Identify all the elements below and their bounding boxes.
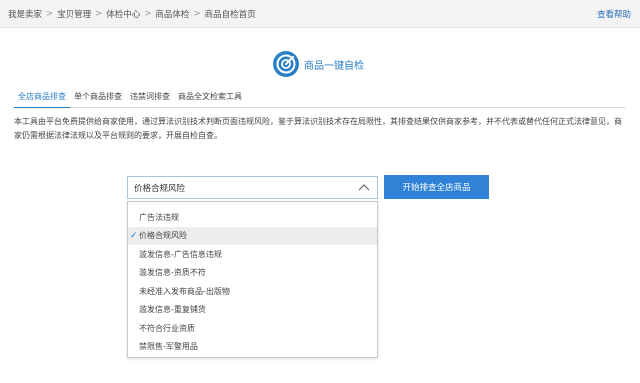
option-label: 价格合规风险 [139,231,187,241]
breadcrumb-item-seller[interactable]: 我是卖家 [8,8,42,20]
option-duplicate-listing[interactable]: 滥发信息-重复铺货 [128,301,377,320]
chevron-up-icon [358,184,370,191]
option-price-compliance[interactable]: ✓ 价格合规风险 [128,226,377,245]
breadcrumb-separator: > [144,9,152,19]
option-label: 禁限售-军警用品 [139,342,198,352]
top-bar: 我是卖家 > 宝贝管理 > 体检中心 > 商品体检 > 商品自检首页 查看帮助 [0,0,640,28]
check-icon: ✓ [130,230,138,241]
breadcrumb-item-item-checkup[interactable]: 商品体检 [155,8,189,20]
breadcrumb-item-checkup-center[interactable]: 体检中心 [106,8,140,20]
breadcrumb: 我是卖家 > 宝贝管理 > 体检中心 > 商品体检 > 商品自检首页 [8,8,256,20]
target-check-icon [273,51,299,77]
breadcrumb-separator: > [193,9,201,19]
tool-description: 本工具由平台免费提供给商家使用，通过算法识别技术判断页面违规风险，鉴于算法识别技… [14,117,622,140]
option-label: 滥发信息-重复铺货 [139,305,206,315]
tab-whole-store[interactable]: 全店商品排查 [14,90,70,108]
option-label: 未经准入发布商品-出版物 [139,286,230,296]
breadcrumb-item-current: 商品自检首页 [204,10,256,20]
risk-type-dropdown: 广告法违规 ✓ 价格合规风险 滥发信息-广告信息违规 滥发信息-资质不符 未经准入… [127,201,378,358]
breadcrumb-item-item-management[interactable]: 宝贝管理 [57,8,91,20]
tab-fulltext-search[interactable]: 商品全文检索工具 [174,90,246,108]
breadcrumb-separator: > [46,9,54,19]
option-unauthorized-publication[interactable]: 未经准入发布商品-出版物 [128,282,377,301]
help-link[interactable]: 查看帮助 [597,8,631,20]
option-spam-ad-info[interactable]: 滥发信息-广告信息违规 [128,245,377,264]
select-value: 价格合规风险 [134,183,186,194]
tab-single-item[interactable]: 单个商品排查 [70,90,126,108]
page-header: 商品一键自检 [272,50,364,78]
tab-bar: 全店商品排查 单个商品排查 违禁词排查 商品全文检索工具 [14,90,626,108]
risk-type-select[interactable]: 价格合规风险 [127,176,378,199]
option-military-police[interactable]: 禁限售-军警用品 [128,338,377,357]
option-industry-qualification[interactable]: 不符合行业资质 [128,319,377,338]
option-label: 滥发信息-广告信息违规 [139,249,222,259]
page-title: 商品一键自检 [304,60,364,72]
option-label: 不符合行业资质 [139,323,195,333]
tab-banned-words[interactable]: 违禁词排查 [126,90,174,108]
breadcrumb-separator: > [95,9,103,19]
option-label: 广告法违规 [139,212,179,222]
option-ad-law[interactable]: 广告法违规 [128,208,377,227]
option-label: 滥发信息-资质不符 [139,268,206,278]
start-check-button[interactable]: 开始排查全店商品 [384,175,489,199]
option-spam-qualification[interactable]: 滥发信息-资质不符 [128,264,377,283]
